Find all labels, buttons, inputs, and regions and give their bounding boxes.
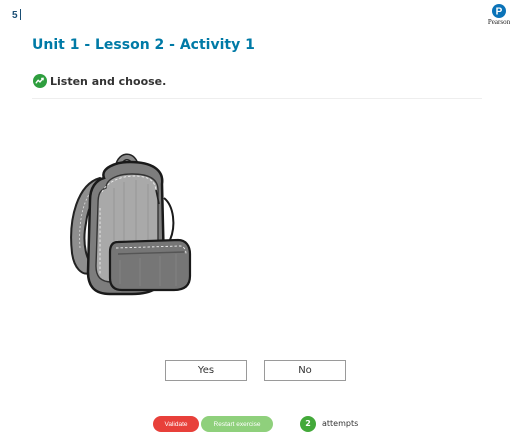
no-button[interactable]: No (264, 360, 346, 381)
restart-exercise-button[interactable]: Restart exercise (201, 416, 273, 432)
page-title: Unit 1 - Lesson 2 - Activity 1 (32, 37, 255, 53)
divider (32, 98, 482, 99)
attempts-label: attempts (322, 419, 359, 428)
instruction-text: Listen and choose. (50, 74, 167, 88)
logo-text: Pearson (487, 18, 511, 26)
page-number: 5 (12, 9, 21, 21)
instruction: Listen and choose. (33, 74, 166, 88)
yes-button[interactable]: Yes (165, 360, 247, 381)
footer-bar: Validate Restart exercise 2 attempts (0, 416, 517, 432)
validate-button[interactable]: Validate (153, 416, 199, 432)
backpack-image (60, 148, 200, 304)
pearson-logo: P Pearson (483, 4, 515, 26)
attempts-badge: 2 (300, 416, 316, 432)
svg-text:P: P (496, 7, 503, 18)
backpack-icon (70, 153, 192, 296)
listen-icon[interactable] (33, 74, 47, 88)
pearson-logo-icon: P (492, 4, 506, 18)
